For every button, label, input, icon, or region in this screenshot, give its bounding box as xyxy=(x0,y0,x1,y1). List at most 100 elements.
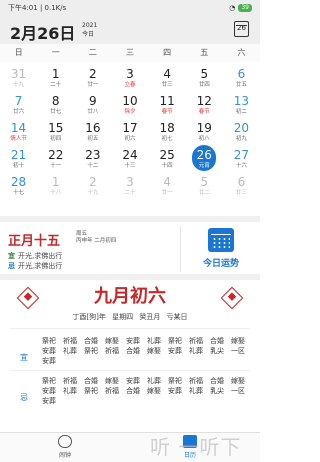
day-cell[interactable]: 19 初八 xyxy=(186,118,223,145)
day-cell[interactable]: 5 廿四 xyxy=(186,64,223,91)
lunar-day-label: 初五 xyxy=(87,136,99,142)
almanac-item: 合婚 xyxy=(84,377,98,385)
lunar-day-label: 十八 xyxy=(50,190,62,196)
day-cell[interactable]: 4 廿三 xyxy=(149,64,186,91)
almanac-item: 祈福 xyxy=(105,387,119,395)
day-cell[interactable]: 11 春节 xyxy=(149,91,186,118)
lunar-day-label: 廿一 xyxy=(87,82,99,88)
almanac-item: 安葬 xyxy=(42,357,56,365)
day-cell[interactable]: 7 廿六 xyxy=(0,91,37,118)
weekday-label: 日 xyxy=(14,48,23,57)
day-number: 4 xyxy=(163,175,171,189)
almanac-item: 乳尖 xyxy=(210,387,224,395)
day-number: 18 xyxy=(159,121,175,135)
day-cell[interactable]: 1 二十 xyxy=(37,64,74,91)
day-cell[interactable]: 17 初六 xyxy=(111,118,148,145)
day-cell[interactable]: 16 初五 xyxy=(74,118,111,145)
day-cell[interactable]: 14 情人节 xyxy=(0,118,37,145)
day-number: 4 xyxy=(163,67,171,81)
tab-alarm[interactable]: 闹钟 xyxy=(45,435,85,459)
day-number: 24 xyxy=(122,148,138,162)
day-cell[interactable]: 23 十二 xyxy=(74,145,111,172)
day-cell[interactable]: 8 廿七 xyxy=(37,91,74,118)
almanac-item: 祈福 xyxy=(63,377,77,385)
status-time: 下午4:01 | 0.1K/s xyxy=(8,4,67,12)
day-cell[interactable]: 31 十九 xyxy=(0,64,37,91)
current-date-title[interactable]: 2月26日 xyxy=(10,20,75,44)
day-cell[interactable]: 18 初七 xyxy=(149,118,186,145)
lunar-day-label: 初二 xyxy=(235,109,247,115)
almanac-item: 嫁娶 xyxy=(105,377,119,385)
day-number: 11 xyxy=(159,94,175,108)
day-number: 27 xyxy=(233,148,250,162)
day-cell[interactable]: 24 十三 xyxy=(111,145,148,172)
day-cell[interactable]: 10 除夕 xyxy=(111,91,148,118)
weekday-label: 三 xyxy=(125,48,134,57)
day-cell[interactable]: 28 十七 xyxy=(0,172,37,199)
day-cell[interactable]: 13 初二 xyxy=(223,91,260,118)
almanac-item: 安葬 xyxy=(126,377,140,385)
almanac-item: 祭祀 xyxy=(84,387,98,395)
day-number: 17 xyxy=(122,121,138,135)
day-cell[interactable]: 3 二十 xyxy=(111,172,148,199)
day-cell[interactable]: 20 初九 xyxy=(223,118,260,145)
weekday-label: 六 xyxy=(237,48,246,57)
day-number: 23 xyxy=(85,148,101,162)
day-cell[interactable]: 27 十六 xyxy=(223,145,260,172)
alarm-clock-icon xyxy=(58,435,72,448)
day-cell[interactable]: 2 廿一 xyxy=(74,64,111,91)
almanac-item: 祭祀 xyxy=(42,337,56,345)
day-cell[interactable]: 5 廿二 xyxy=(186,172,223,199)
day-number: 5 xyxy=(200,175,209,189)
day-cell[interactable]: 1 十八 xyxy=(37,172,74,199)
status-bar: 下午4:01 | 0.1K/s ◔ 39 xyxy=(0,0,260,16)
app-header: 2月26日 2021 今日 26 xyxy=(0,16,260,44)
day-cell[interactable]: 6 廿三 xyxy=(223,172,260,199)
day-cell[interactable]: 2 十九 xyxy=(74,172,111,199)
lunar-yi-line: 宜开光,求佛出行 xyxy=(8,252,63,260)
calendar-today-button[interactable]: 26 xyxy=(234,21,249,37)
almanac-item: 礼葬 xyxy=(63,347,77,355)
day-cell[interactable]: 22 十一 xyxy=(37,145,74,172)
almanac-title: 九月初六 xyxy=(94,286,166,307)
day-number: 31 xyxy=(10,67,27,81)
fortune-button[interactable]: 今日运势 xyxy=(188,228,254,269)
lunar-date: 正月十五 xyxy=(8,234,61,249)
almanac-item: 安葬 xyxy=(126,337,140,345)
almanac-card: 九月初六 丁酉[狗]年 星期四 癸丑月 亏某日 宜 祭祀 祈福 合婚 嫁娶 安葬 礼葬 祭祀… xyxy=(0,280,260,430)
week-row: 14 情人节 15 初四 16 初五 17 初六 18 初七 19 初八 20 初九 xyxy=(0,118,260,145)
lunar-day-label: 廿四 xyxy=(198,82,210,88)
day-cell[interactable]: 9 廿八 xyxy=(74,91,111,118)
lunar-day-label: 初四 xyxy=(50,136,62,142)
lunar-day-label: 初七 xyxy=(161,136,173,142)
day-cell[interactable]: 25 十四 xyxy=(149,145,186,172)
weekday-label: 五 xyxy=(200,48,209,57)
lunar-detail: 周五 丙申年 二月初四 xyxy=(76,231,117,244)
day-cell[interactable]: 15 初四 xyxy=(37,118,74,145)
day-cell[interactable]: 4 廿一 xyxy=(149,172,186,199)
almanac-item: 嫁娶 xyxy=(231,377,245,385)
almanac-item: 祭祀 xyxy=(168,377,182,385)
almanac-item: 礼葬 xyxy=(147,337,161,345)
day-number: 2 xyxy=(89,67,97,81)
day-number: 16 xyxy=(85,121,101,135)
day-cell[interactable]: 12 春节 xyxy=(186,91,223,118)
year-today-label[interactable]: 2021 今日 xyxy=(82,21,97,39)
weekday-label: 一 xyxy=(51,48,60,57)
almanac-item: 礼葬 xyxy=(63,387,77,395)
almanac-item: 乳尖 xyxy=(210,347,224,355)
lunar-day-label: 廿五 xyxy=(235,82,247,88)
almanac-item: 祈福 xyxy=(189,337,203,345)
almanac-item: 祈福 xyxy=(189,377,203,385)
day-number: 10 xyxy=(122,94,138,108)
day-cell[interactable]: 3 立春 xyxy=(111,64,148,91)
almanac-item: 祈福 xyxy=(63,337,77,345)
day-cell[interactable]: 6 廿五 xyxy=(223,64,260,91)
day-number: 5 xyxy=(200,67,209,81)
day-cell[interactable]: 26 元宵 xyxy=(186,145,223,172)
day-number: 1 xyxy=(51,67,60,81)
section-divider xyxy=(0,216,260,222)
day-number: 9 xyxy=(89,94,97,108)
day-cell[interactable]: 21 初十 xyxy=(0,145,37,172)
lunar-day-label: 初九 xyxy=(235,136,247,142)
